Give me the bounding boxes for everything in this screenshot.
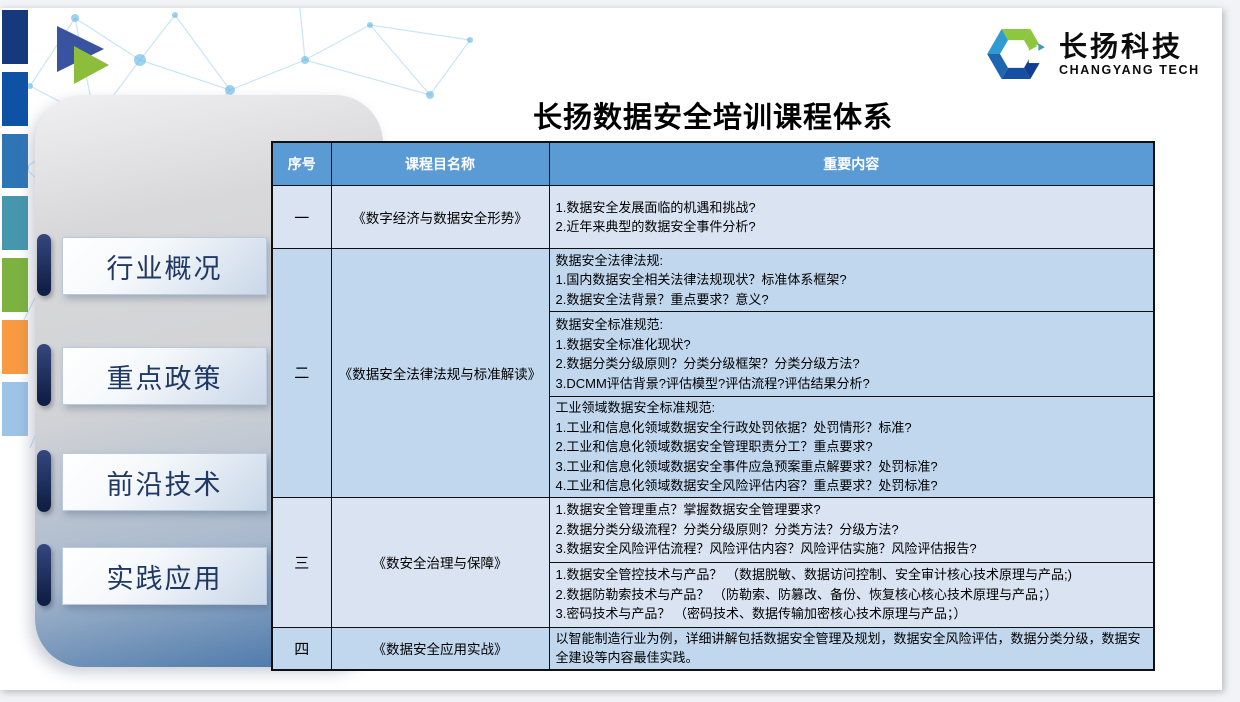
course-content: 以智能制造行业为例，详细讲解包括数据安全管理及规划，数据安全风险评估，数据分类分… — [549, 627, 1154, 670]
course-content: 1.数据安全管理重点？掌握数据安全管理要求? 2.数据分类分级流程？分类分级原则… — [549, 497, 1154, 562]
col-header-content: 重要内容 — [549, 142, 1154, 186]
course-content: 工业领域数据安全标准规范: 1.工业和信息化领域数据安全行政处罚依据？处罚情形？… — [549, 397, 1154, 498]
logo-text: 长扬科技 CHANGYANG TECH — [1059, 31, 1200, 78]
course-table: 序号 课程目名称 重要内容 一 《数字经济与数据安全形势》 1.数据安全发展面临… — [271, 141, 1155, 671]
company-logo: 长扬科技 CHANGYANG TECH — [983, 22, 1200, 86]
course-table-container: 序号 课程目名称 重要内容 一 《数字经济与数据安全形势》 1.数据安全发展面临… — [271, 141, 1155, 671]
course-name: 《数据安全应用实战》 — [331, 627, 549, 670]
table-row: 三 《数安全治理与保障》 1.数据安全管理重点？掌握数据安全管理要求? 2.数据… — [272, 497, 1154, 562]
course-content: 数据安全法律法规: 1.国内数据安全相关法律法规现状？标准体系框架? 2.数据安… — [549, 249, 1154, 312]
col-header-num: 序号 — [272, 142, 331, 186]
changyang-logo-icon — [983, 22, 1049, 86]
pill-marker-icon — [37, 544, 51, 606]
sidebar-button[interactable]: 前沿技术 — [62, 453, 267, 511]
logo-name-cn: 长扬科技 — [1059, 31, 1200, 63]
pill-marker-icon — [37, 234, 51, 296]
sidebar-item-frontier-tech[interactable]: 前沿技术 — [0, 450, 275, 514]
sidebar-item-practice-application[interactable]: 实践应用 — [0, 544, 275, 608]
slide-canvas: 行业概况 重点政策 前沿技术 实践应用 长扬数据安全培训课程体系 序号 课程目名… — [0, 8, 1222, 690]
table-row: 一 《数字经济与数据安全形势》 1.数据安全发展面临的机遇和挑战? 2.近年来典… — [272, 186, 1154, 249]
row-num: 一 — [272, 186, 331, 249]
logo-name-en: CHANGYANG TECH — [1059, 63, 1200, 78]
course-name: 《数字经济与数据安全形势》 — [331, 186, 549, 249]
pill-marker-icon — [37, 344, 51, 406]
strip-square-mediumblue — [2, 134, 28, 188]
course-name: 《数据安全法律法规与标准解读》 — [331, 249, 549, 498]
pill-marker-icon — [37, 450, 51, 512]
course-content: 1.数据安全管控技术与产品？ （数据脱敏、数据访问控制、安全审计核心技术原理与产… — [549, 562, 1154, 627]
table-header-row: 序号 课程目名称 重要内容 — [272, 142, 1154, 186]
col-header-course: 课程目名称 — [331, 142, 549, 186]
row-num: 三 — [272, 497, 331, 627]
table-row: 二 《数据安全法律法规与标准解读》 数据安全法律法规: 1.国内数据安全相关法律… — [272, 249, 1154, 312]
sidebar-item-industry-overview[interactable]: 行业概况 — [0, 234, 275, 298]
table-row: 四 《数据安全应用实战》 以智能制造行业为例，详细讲解包括数据安全管理及规划，数… — [272, 627, 1154, 670]
course-content: 数据安全标准规范: 1.数据安全标准化现状? 2.数据分类分级原则？分类分级框架… — [549, 312, 1154, 397]
sidebar-item-key-policies[interactable]: 重点政策 — [0, 344, 275, 408]
strip-square-navy — [2, 10, 28, 64]
course-content: 1.数据安全发展面临的机遇和挑战? 2.近年来典型的数据安全事件分析? — [549, 186, 1154, 249]
sidebar-button[interactable]: 重点政策 — [62, 347, 267, 405]
course-name: 《数安全治理与保障》 — [331, 497, 549, 627]
row-num: 四 — [272, 627, 331, 670]
row-num: 二 — [272, 249, 331, 498]
sidebar-button[interactable]: 行业概况 — [62, 237, 267, 295]
strip-square-blue — [2, 72, 28, 126]
sidebar-button[interactable]: 实践应用 — [62, 547, 267, 605]
page-title: 长扬数据安全培训课程体系 — [271, 94, 1155, 136]
